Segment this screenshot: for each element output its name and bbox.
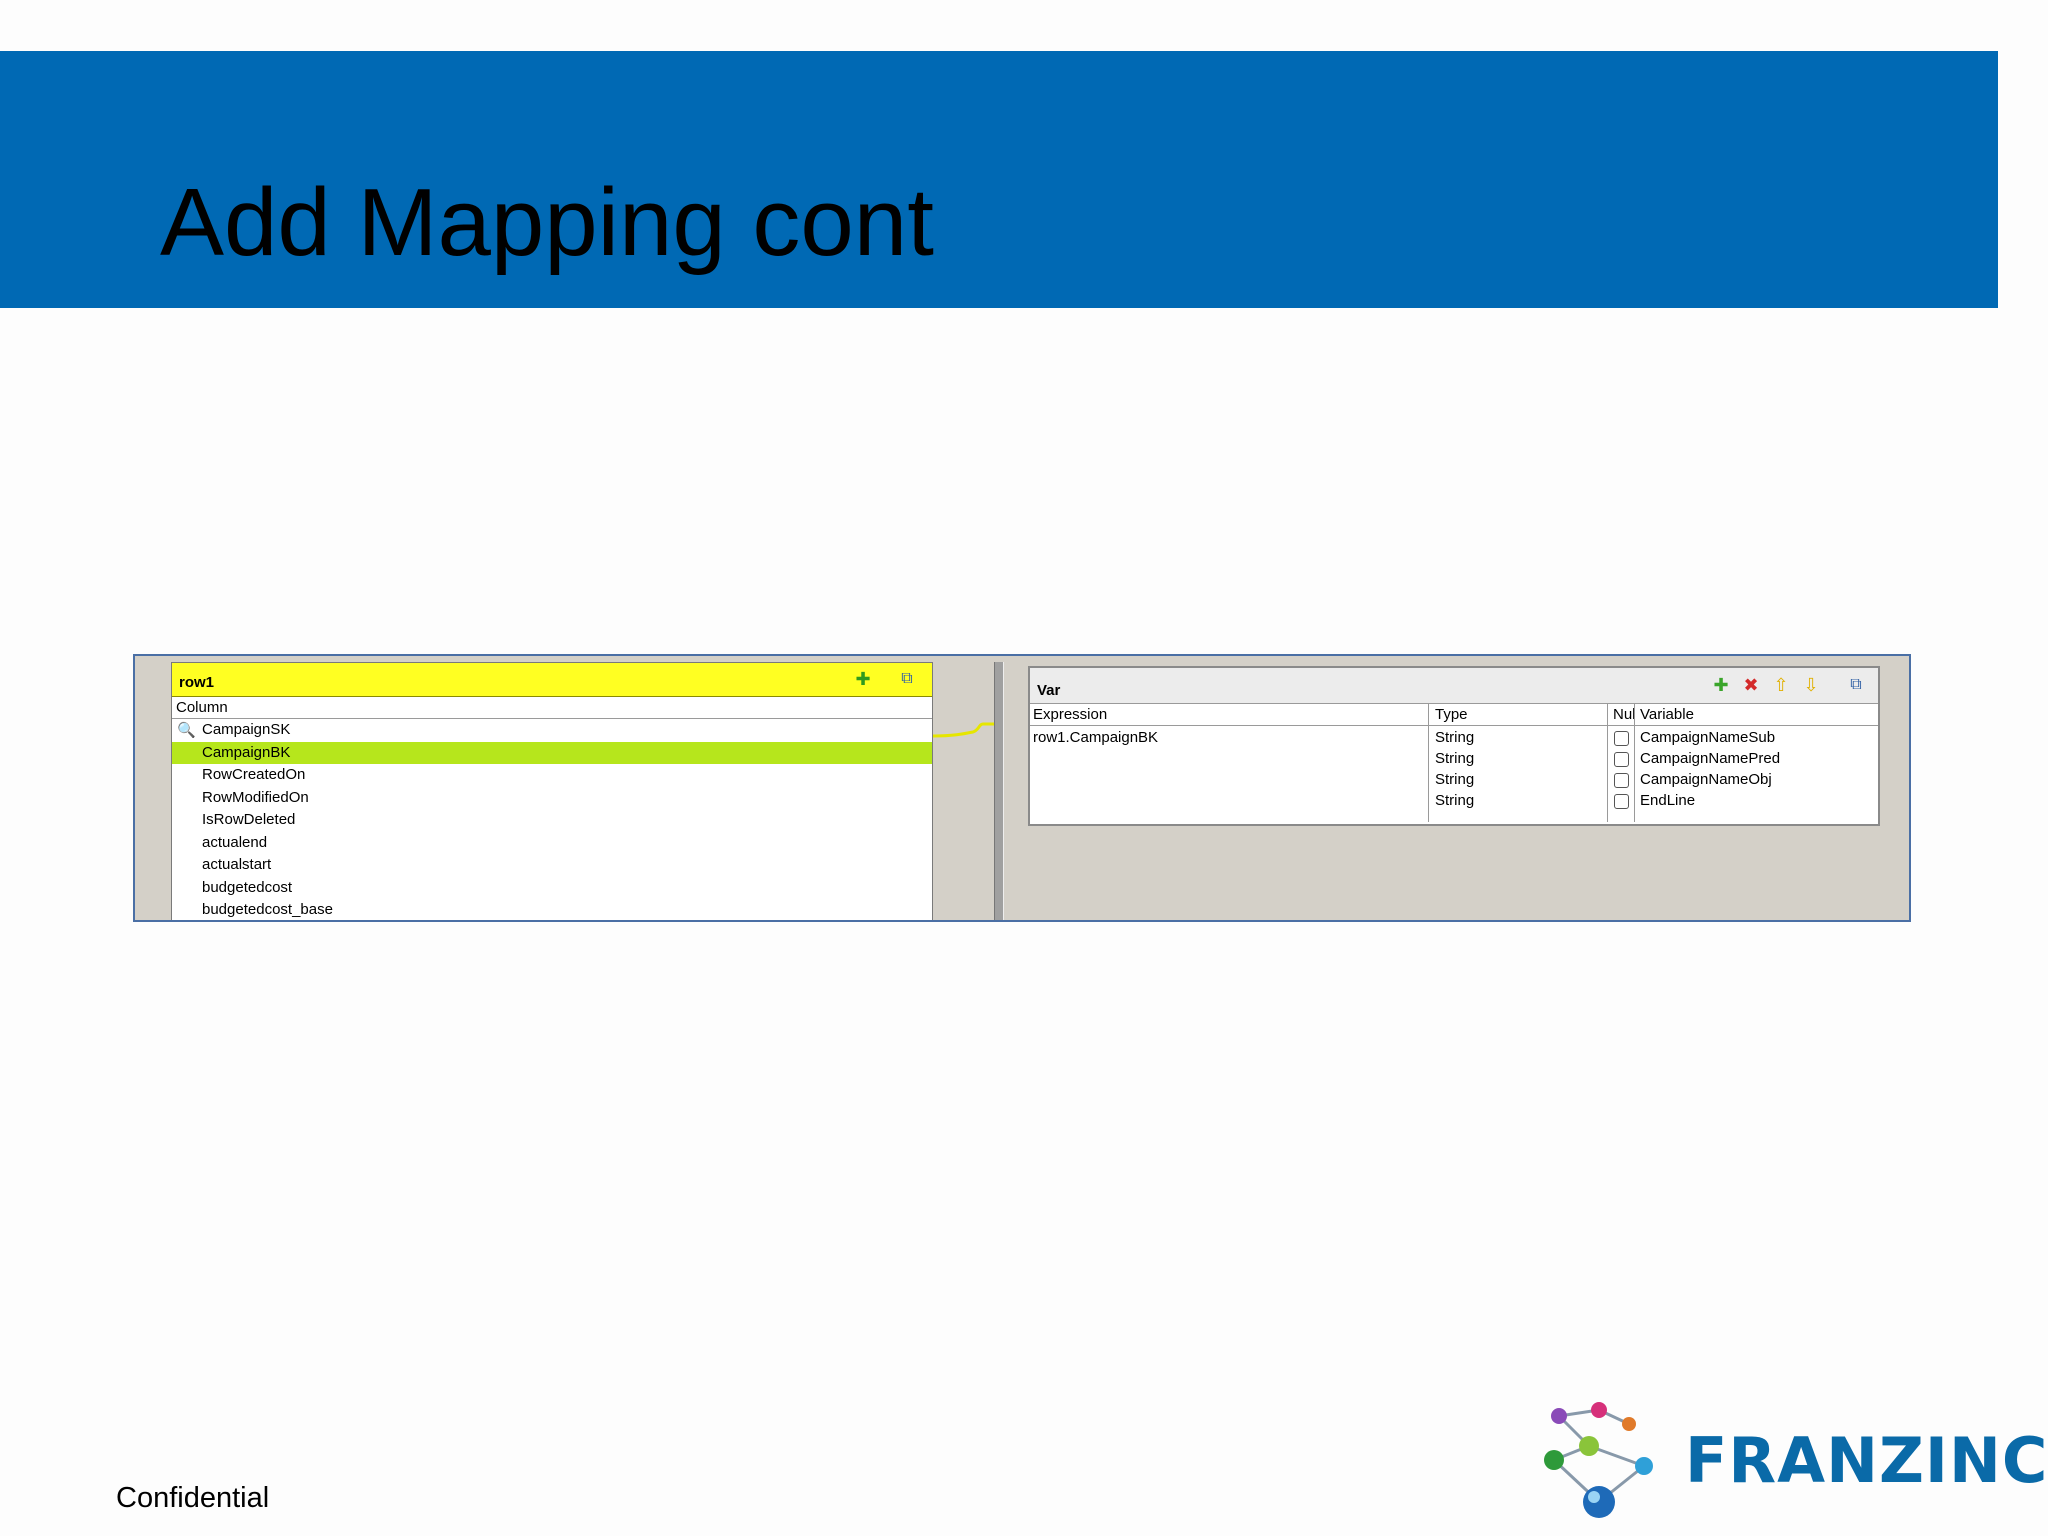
column-label: RowModifiedOn	[202, 788, 309, 806]
input-table-name: row1	[179, 674, 215, 691]
variable-cell[interactable]: EndLine	[1640, 790, 1695, 811]
type-cell[interactable]: String	[1435, 727, 1474, 748]
column-divider	[1428, 704, 1429, 822]
column-row-isrowdeleted[interactable]: IsRowDeleted	[172, 809, 932, 832]
slide-title: Add Mapping cont	[160, 169, 934, 276]
column-label: CampaignBK	[202, 743, 291, 761]
arrow-up-icon[interactable]: ⇧	[1770, 674, 1792, 696]
nullable-checkbox[interactable]	[1614, 752, 1629, 767]
column-row-rowcreatedon[interactable]: RowCreatedOn	[172, 764, 932, 787]
nullable-checkbox[interactable]	[1614, 773, 1629, 788]
column-row-campaignbk[interactable]: CampaignBK	[172, 741, 932, 764]
type-cell[interactable]: String	[1435, 790, 1474, 811]
mapping-link	[933, 722, 1003, 738]
franz-molecule-logo-icon	[1544, 1402, 1653, 1518]
column-label: RowCreatedOn	[202, 766, 306, 783]
column-divider	[1634, 704, 1635, 822]
nullable-checkbox[interactable]	[1614, 794, 1629, 809]
column-row-campaignsk[interactable]: 🔍 CampaignSK	[172, 719, 932, 742]
column-label: CampaignSK	[202, 721, 291, 738]
delete-icon[interactable]: ✖	[1740, 674, 1762, 696]
franz-inc-logo: FRANZINC.	[1685, 1424, 2048, 1497]
column-list: 🔍 CampaignSK CampaignBK RowCreatedOn Row…	[172, 719, 932, 920]
key-icon: 🔍	[177, 722, 196, 739]
confidential-footer: Confidential	[116, 1482, 270, 1514]
nullable-header[interactable]: Nul	[1610, 704, 1634, 726]
type-cell[interactable]: String	[1435, 769, 1474, 790]
type-header[interactable]: Type	[1431, 704, 1607, 726]
var-table-header: Var ✚ ✖ ⇧ ⇩ ⧉	[1030, 668, 1878, 704]
column-label: IsRowDeleted	[202, 811, 296, 828]
var-table: Var ✚ ✖ ⇧ ⇩ ⧉ Expression Type Nul Variab…	[1028, 666, 1880, 826]
input-table-row1: row1 ✚ ⧉ Column 🔍 CampaignSK CampaignBK …	[171, 662, 933, 920]
column-header[interactable]: Column	[172, 697, 932, 719]
column-row-actualend[interactable]: actualend	[172, 832, 932, 855]
nullable-checkbox[interactable]	[1614, 731, 1629, 746]
column-label: actualstart	[202, 856, 272, 873]
column-label: budgetedcost_base	[202, 901, 333, 918]
column-label: actualend	[202, 833, 268, 851]
var-table-name: Var	[1037, 682, 1061, 699]
arrow-down-icon[interactable]: ⇩	[1800, 674, 1822, 696]
type-cell[interactable]: String	[1435, 748, 1474, 769]
column-label: budgetedcost	[202, 878, 293, 896]
panel-splitter[interactable]	[994, 662, 1004, 920]
column-row-budgetedcost[interactable]: budgetedcost	[172, 877, 932, 900]
tmap-screenshot: row1 ✚ ⧉ Column 🔍 CampaignSK CampaignBK …	[133, 654, 1911, 922]
column-row-rowmodifiedon[interactable]: RowModifiedOn	[172, 787, 932, 810]
add-icon[interactable]: ✚	[852, 668, 874, 690]
variable-cell[interactable]: CampaignNamePred	[1640, 748, 1780, 769]
expand-window-icon[interactable]: ⧉	[1845, 674, 1867, 696]
input-table-header: row1 ✚ ⧉	[172, 663, 932, 697]
expression-cell[interactable]: row1.CampaignBK	[1033, 727, 1158, 748]
expression-header[interactable]: Expression	[1033, 704, 1429, 726]
variable-cell[interactable]: CampaignNameObj	[1640, 769, 1772, 790]
column-row-budgetedcost-base[interactable]: budgetedcost_base	[172, 899, 932, 920]
expand-window-icon[interactable]: ⧉	[896, 668, 918, 690]
column-divider	[1607, 704, 1608, 822]
column-row-actualstart[interactable]: actualstart	[172, 854, 932, 877]
variable-header[interactable]: Variable	[1636, 704, 1878, 726]
variable-cell[interactable]: CampaignNameSub	[1640, 727, 1775, 748]
plus-icon[interactable]: ✚	[1710, 674, 1732, 696]
